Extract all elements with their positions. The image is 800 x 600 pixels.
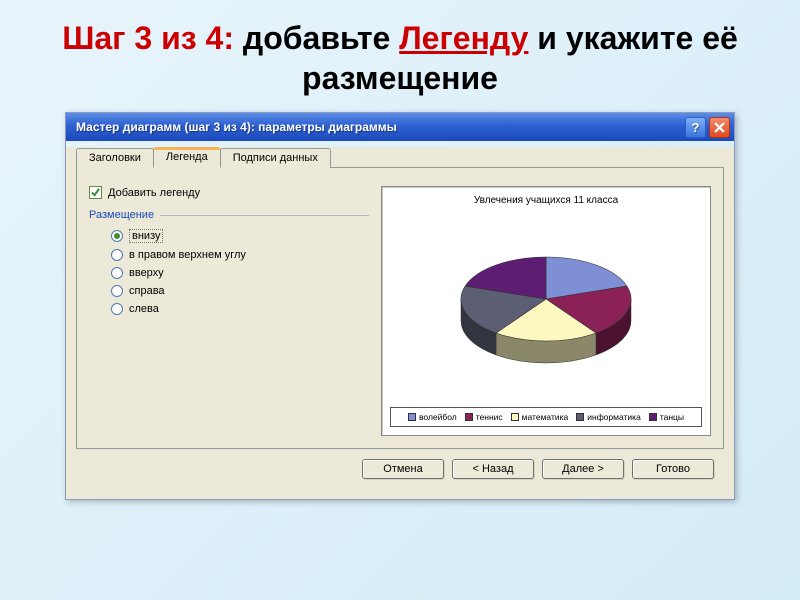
legend-label: математика: [522, 412, 569, 422]
radio-bottom-label: внизу: [129, 229, 163, 243]
radio-top-label: вверху: [129, 267, 164, 279]
next-button[interactable]: Далее >: [542, 459, 624, 479]
legend-label: теннис: [476, 412, 503, 422]
chart-preview: Увлечения учащихся 11 класса волейбол тен…: [381, 186, 711, 436]
dialog-body: Заголовки Легенда Подписи данных Добавит…: [66, 147, 734, 499]
radio-topright[interactable]: [111, 249, 123, 261]
radio-left-label: слева: [129, 303, 159, 315]
button-bar: Отмена < Назад Далее > Готово: [76, 449, 724, 489]
options-column: Добавить легенду Размещение внизу в прав…: [89, 186, 369, 436]
back-button[interactable]: < Назад: [452, 459, 534, 479]
placement-group-title: Размещение: [89, 209, 369, 221]
tab-strip: Заголовки Легенда Подписи данных: [76, 147, 724, 167]
slide-heading: Шаг 3 из 4: добавьте Легенду и укажите е…: [0, 0, 800, 106]
titlebar-text: Мастер диаграмм (шаг 3 из 4): параметры …: [76, 120, 397, 134]
legend-label: информатика: [587, 412, 641, 422]
radio-right[interactable]: [111, 285, 123, 297]
legend-item: волейбол: [408, 412, 457, 422]
tab-headers[interactable]: Заголовки: [76, 148, 154, 168]
pie-svg: [436, 237, 656, 377]
titlebar: Мастер диаграмм (шаг 3 из 4): параметры …: [66, 113, 734, 141]
close-button[interactable]: [709, 117, 730, 138]
chart-title: Увлечения учащихся 11 класса: [390, 195, 702, 206]
legend-swatch: [408, 413, 416, 421]
help-button[interactable]: ?: [685, 117, 706, 138]
add-legend-label: Добавить легенду: [108, 187, 200, 199]
placement-label: Размещение: [89, 209, 154, 221]
radio-left[interactable]: [111, 303, 123, 315]
legend-item: информатика: [576, 412, 641, 422]
add-legend-row: Добавить легенду: [89, 186, 369, 199]
legend-text: Легенду: [399, 20, 528, 56]
legend-item: танцы: [649, 412, 684, 422]
add-legend-checkbox[interactable]: [89, 186, 102, 199]
dialog-window: Мастер диаграмм (шаг 3 из 4): параметры …: [65, 112, 735, 500]
placement-radios: внизу в правом верхнем углу вверху справ…: [89, 229, 369, 315]
radio-top[interactable]: [111, 267, 123, 279]
preview-column: Увлечения учащихся 11 класса волейбол тен…: [381, 186, 711, 436]
tab-legend[interactable]: Легенда: [153, 147, 221, 168]
close-icon: [714, 122, 725, 133]
checkmark-icon: [90, 187, 101, 198]
cancel-button[interactable]: Отмена: [362, 459, 444, 479]
pie-chart: [390, 212, 702, 401]
legend-swatch: [511, 413, 519, 421]
tab-panel: Добавить легенду Размещение внизу в прав…: [76, 167, 724, 449]
chart-legend: волейбол теннис математика информатика танцы: [390, 407, 702, 427]
legend-swatch: [649, 413, 657, 421]
add-text: добавьте: [234, 20, 399, 56]
legend-swatch: [576, 413, 584, 421]
legend-label: танцы: [660, 412, 684, 422]
finish-button[interactable]: Готово: [632, 459, 714, 479]
legend-swatch: [465, 413, 473, 421]
legend-item: теннис: [465, 412, 503, 422]
radio-topright-label: в правом верхнем углу: [129, 249, 246, 261]
radio-right-label: справа: [129, 285, 165, 297]
legend-label: волейбол: [419, 412, 457, 422]
radio-bottom[interactable]: [111, 230, 123, 242]
tab-datalabels[interactable]: Подписи данных: [220, 148, 331, 168]
step-text: Шаг 3 из 4:: [62, 20, 234, 56]
legend-item: математика: [511, 412, 569, 422]
